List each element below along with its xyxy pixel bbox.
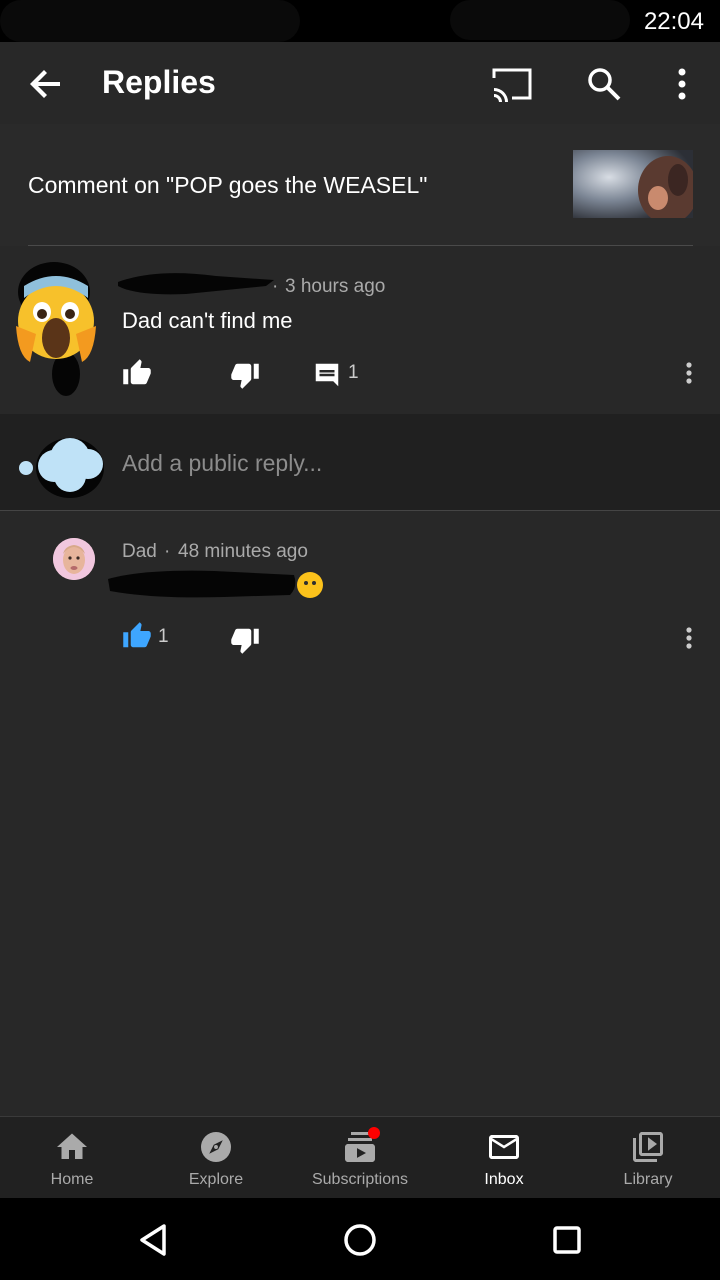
reply-author[interactable]: Dad [122, 541, 157, 563]
video-comment-title[interactable]: Comment on "POP goes the WEASEL" [28, 172, 427, 199]
original-comment: 3 hours ago · Dad can't find me 1 [0, 246, 720, 414]
redacted-scribble [0, 0, 300, 42]
nav-label: Explore [188, 1171, 244, 1188]
comment-context-header: Comment on "POP goes the WEASEL" [0, 124, 720, 246]
home-circle-icon[interactable] [336, 1216, 384, 1264]
nav-label: Home [50, 1171, 94, 1188]
reply-comment-icon[interactable] [312, 360, 342, 390]
arrow-back-icon[interactable] [22, 60, 70, 108]
search-icon[interactable] [580, 60, 628, 108]
redacted-scribble [450, 0, 630, 40]
nav-home[interactable]: Home [0, 1117, 144, 1199]
reply-time: 48 minutes ago [178, 541, 308, 562]
thumbs-up-icon[interactable] [122, 358, 152, 388]
avatar[interactable] [53, 538, 95, 580]
status-bar: 22:04 [0, 0, 720, 42]
nav-label: Subscriptions [311, 1171, 409, 1188]
more-vert-icon[interactable] [674, 358, 704, 388]
cast-icon[interactable] [488, 60, 536, 108]
nav-subscriptions[interactable]: Subscriptions [288, 1117, 432, 1199]
reply-count: 1 [348, 362, 359, 383]
status-time: 22:04 [643, 8, 704, 35]
redacted-author [116, 268, 276, 298]
page-title: Replies [102, 64, 216, 100]
home-icon [54, 1129, 90, 1165]
thumbs-down-icon[interactable] [230, 625, 260, 655]
more-vert-icon[interactable] [674, 623, 704, 653]
comment-text: Dad can't find me [122, 308, 293, 333]
meta-separator: · [272, 276, 279, 297]
avatar[interactable] [14, 256, 100, 396]
reply-input-row[interactable]: Add a public reply... [0, 414, 720, 510]
video-thumbnail[interactable] [573, 150, 693, 218]
mail-icon [486, 1129, 522, 1165]
recents-square-icon[interactable] [543, 1216, 591, 1264]
bottom-nav: Home Explore Subscriptions Inbox Library [0, 1116, 720, 1198]
like-count: 1 [158, 626, 169, 647]
back-triangle-icon[interactable] [130, 1216, 178, 1264]
neutral-face-emoji-icon [296, 571, 324, 599]
notification-dot [368, 1127, 380, 1139]
avatar [14, 422, 106, 500]
reply-input[interactable]: Add a public reply... [122, 450, 322, 477]
meta-separator: · [164, 541, 171, 562]
redacted-reply-text [104, 565, 300, 601]
thumbs-up-icon[interactable] [122, 621, 152, 651]
more-vert-icon[interactable] [658, 60, 706, 108]
library-icon [630, 1129, 666, 1165]
comment-time: 3 hours ago [285, 276, 386, 297]
reply-comment: Dad · 48 minutes ago 1 [0, 511, 720, 671]
thumbs-down-icon[interactable] [230, 360, 260, 390]
nav-inbox[interactable]: Inbox [432, 1117, 576, 1199]
nav-label: Inbox [484, 1171, 524, 1188]
compass-icon [198, 1129, 234, 1165]
nav-library[interactable]: Library [576, 1117, 720, 1199]
app-bar: Replies [0, 42, 720, 124]
system-nav-bar [0, 1198, 720, 1280]
nav-explore[interactable]: Explore [144, 1117, 288, 1199]
nav-label: Library [623, 1171, 673, 1188]
